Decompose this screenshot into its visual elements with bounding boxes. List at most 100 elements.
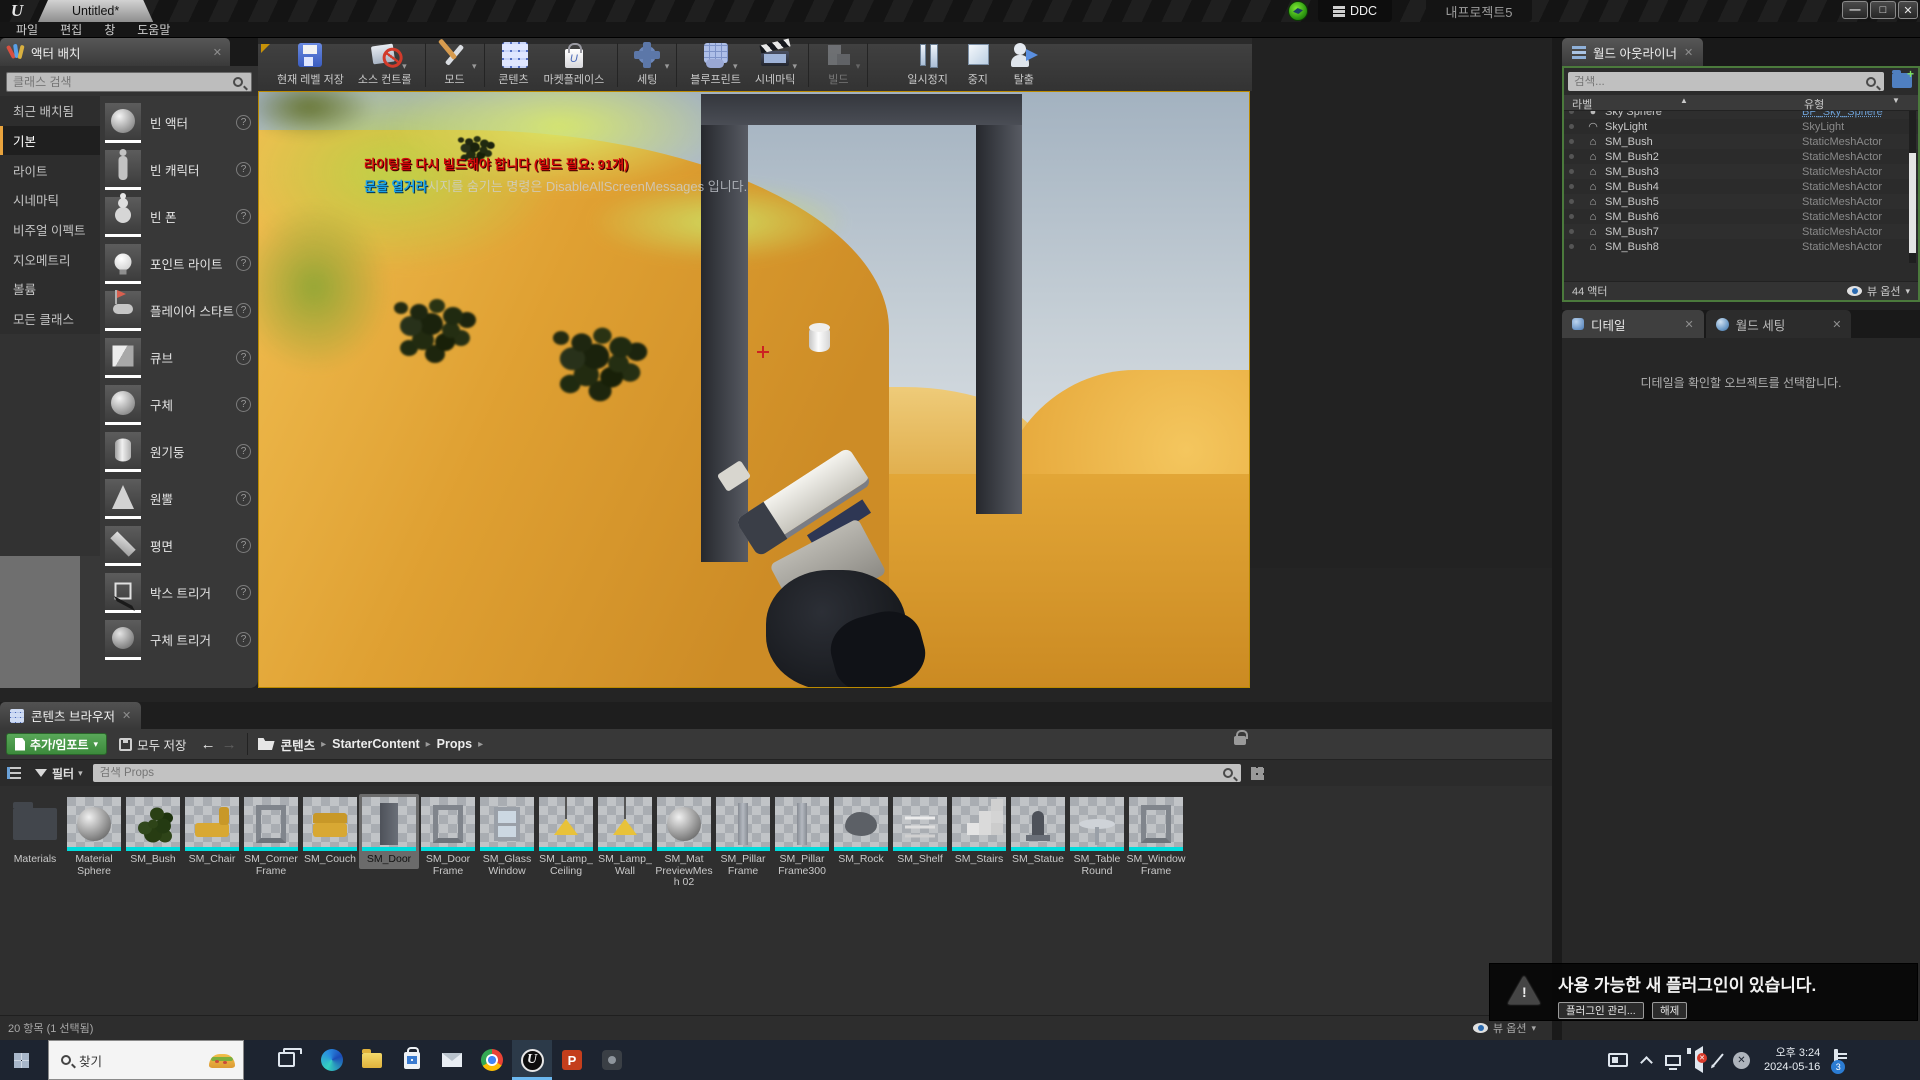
place-item-empty-pawn[interactable]: 빈 폰?	[100, 194, 258, 239]
column-type[interactable]: 유형	[1804, 96, 1824, 112]
help-icon[interactable]: ?	[236, 397, 251, 412]
place-actors-tab[interactable]: 액터 배치 ✕	[0, 38, 230, 66]
outliner-row-sm-bush[interactable]: ⌂SM_BushStaticMeshActor	[1564, 134, 1918, 149]
asset-search-input[interactable]	[93, 767, 1223, 779]
help-icon[interactable]: ?	[236, 585, 251, 600]
action-center-button[interactable]: 3	[1834, 1051, 1838, 1069]
content-button[interactable]: 콘텐츠	[491, 39, 537, 89]
eject-hardware-icon[interactable]: ✕	[1733, 1052, 1750, 1069]
outliner-scrollbar[interactable]	[1909, 111, 1916, 263]
build-button[interactable]: ▾빌드	[815, 39, 861, 89]
asset-material-sphere[interactable]: Material Sphere	[64, 794, 124, 880]
help-icon[interactable]: ?	[236, 303, 251, 318]
outliner-row-sm-bush2[interactable]: ⌂SM_Bush2StaticMeshActor	[1564, 149, 1918, 164]
settings-button[interactable]: ▾세팅	[624, 39, 670, 89]
edge-app-icon[interactable]	[312, 1040, 352, 1080]
world-outliner-tab[interactable]: 월드 아웃라이너 ✕	[1562, 38, 1703, 66]
place-item-cone[interactable]: 원뿔?	[100, 476, 258, 521]
pause-button[interactable]: 일시정지	[900, 39, 954, 89]
help-icon[interactable]: ?	[236, 491, 251, 506]
place-item-empty-actor[interactable]: 빈 액터?	[100, 100, 258, 145]
modes-button[interactable]: ▾모드	[432, 39, 478, 89]
outliner-row-sm-bush6[interactable]: ⌂SM_Bush6StaticMeshActor	[1564, 209, 1918, 224]
outliner-row-sm-bush4[interactable]: ⌂SM_Bush4StaticMeshActor	[1564, 179, 1918, 194]
place-item-sphere-trigger[interactable]: 구체 트리거?	[100, 617, 258, 662]
outliner-row-sm-bush7[interactable]: ⌂SM_Bush7StaticMeshActor	[1564, 224, 1918, 239]
close-button[interactable]: ✕	[1898, 1, 1918, 19]
asset-sm-shelf[interactable]: SM_Shelf	[890, 794, 950, 869]
asset-sm-lamp-ceiling[interactable]: SM_Lamp_ Ceiling	[536, 794, 596, 880]
asset-sm-pillar-frame300[interactable]: SM_Pillar Frame300	[772, 794, 832, 880]
help-icon[interactable]: ?	[236, 115, 251, 130]
help-icon[interactable]: ?	[236, 350, 251, 365]
cinematics-button[interactable]: ▾시네마틱	[748, 39, 802, 89]
place-item-player-start[interactable]: 플레이어 스타트?	[100, 288, 258, 333]
add-import-button[interactable]: 추가/임포트▾	[6, 733, 107, 755]
pen-icon[interactable]	[1712, 1053, 1724, 1067]
asset-materials-folder[interactable]: Materials	[5, 794, 65, 869]
visibility-icon[interactable]	[1569, 184, 1574, 189]
taskbar-clock[interactable]: 오후 3:24 2024-05-16	[1764, 1046, 1820, 1074]
asset-sm-door[interactable]: SM_Door	[359, 794, 419, 869]
ddc-button[interactable]: DDC	[1318, 0, 1392, 22]
new-folder-icon[interactable]	[1892, 73, 1912, 88]
outliner-row-sky-sphere[interactable]: ●Sky SphereBP_Sky_Sphere	[1564, 111, 1918, 119]
store-app-icon[interactable]	[392, 1040, 432, 1080]
asset-sm-corner-frame[interactable]: SM_Corner Frame	[241, 794, 301, 880]
breadcrumb-startercontent[interactable]: StarterContent	[332, 737, 420, 751]
visibility-icon[interactable]	[1569, 244, 1574, 249]
help-icon[interactable]: ?	[236, 209, 251, 224]
asset-search-box[interactable]	[93, 764, 1241, 782]
asset-sm-couch[interactable]: SM_Couch	[300, 794, 360, 869]
manage-plugins-button[interactable]: 플러그인 관리...	[1558, 1002, 1644, 1019]
cb-view-options-button[interactable]: 뷰 옵션 ▾	[1473, 1020, 1536, 1036]
show-hidden-icons-chevron[interactable]	[1640, 1056, 1653, 1069]
file-explorer-app-icon[interactable]	[352, 1040, 392, 1080]
taskbar-search-box[interactable]: 찾기	[48, 1040, 244, 1080]
visibility-icon[interactable]	[1569, 111, 1574, 114]
stop-button[interactable]: 중지	[955, 39, 1001, 89]
outliner-row-sm-bush5[interactable]: ⌂SM_Bush5StaticMeshActor	[1564, 194, 1918, 209]
visibility-icon[interactable]	[1569, 199, 1574, 204]
place-item-cube[interactable]: 큐브?	[100, 335, 258, 380]
close-tab-icon[interactable]: ✕	[1685, 318, 1694, 331]
details-tab[interactable]: 디테일✕	[1562, 310, 1704, 338]
menu-file[interactable]: 파일	[6, 21, 48, 38]
place-item-cylinder[interactable]: 원기둥?	[100, 429, 258, 474]
view-options-button[interactable]: 뷰 옵션 ▾	[1847, 283, 1910, 299]
place-item-box-trigger[interactable]: 박스 트리거?	[100, 570, 258, 615]
menu-edit[interactable]: 편집	[50, 21, 92, 38]
close-tab-icon[interactable]: ✕	[122, 709, 131, 722]
category-visual-effects[interactable]: 비주얼 이펙트	[0, 215, 100, 245]
help-icon[interactable]: ?	[236, 632, 251, 647]
mail-app-icon[interactable]	[432, 1040, 472, 1080]
sort-desc-icon[interactable]: ▼	[1892, 96, 1900, 105]
place-item-plane[interactable]: 평면?	[100, 523, 258, 568]
pinned-app-icon[interactable]	[592, 1040, 632, 1080]
visibility-icon[interactable]	[1569, 154, 1574, 159]
help-icon[interactable]: ?	[236, 162, 251, 177]
visibility-icon[interactable]	[1569, 169, 1574, 174]
powerpoint-app-icon[interactable]: P	[552, 1040, 592, 1080]
category-geometry[interactable]: 지오메트리	[0, 244, 100, 274]
menu-help[interactable]: 도움말	[127, 21, 180, 38]
world-settings-tab[interactable]: 월드 세팅✕	[1706, 310, 1852, 338]
help-icon[interactable]: ?	[236, 444, 251, 459]
close-tab-icon[interactable]: ✕	[213, 46, 222, 59]
visibility-icon[interactable]	[1569, 124, 1574, 129]
chrome-app-icon[interactable]	[472, 1040, 512, 1080]
visibility-icon[interactable]	[1569, 139, 1574, 144]
class-search-box[interactable]	[6, 72, 252, 92]
help-icon[interactable]: ?	[236, 256, 251, 271]
close-tab-icon[interactable]: ✕	[1832, 318, 1841, 331]
asset-sm-mat-previewmesh[interactable]: SM_Mat PreviewMesh 02	[654, 794, 714, 892]
place-item-sphere[interactable]: 구체?	[100, 382, 258, 427]
place-item-point-light[interactable]: 포인트 라이트?	[100, 241, 258, 286]
scrollbar-thumb[interactable]	[1909, 153, 1916, 253]
source-control-button[interactable]: ▾소스 컨트롤	[351, 39, 419, 89]
class-search-input[interactable]	[7, 75, 233, 89]
outliner-search-box[interactable]	[1568, 72, 1884, 91]
asset-sm-stairs[interactable]: SM_Stairs	[949, 794, 1009, 869]
close-tab-icon[interactable]: ✕	[1684, 46, 1693, 59]
category-recent[interactable]: 최근 배치됨	[0, 96, 100, 126]
